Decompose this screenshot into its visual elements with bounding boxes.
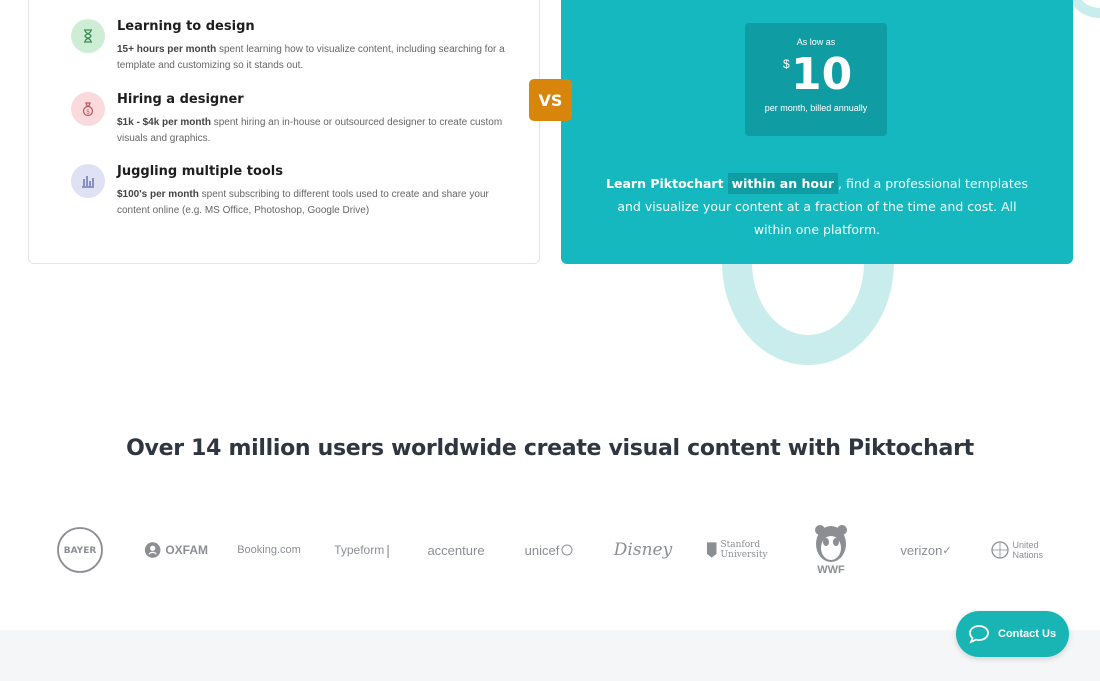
cost-item-description: $1k - $4k per month spent hiring an in-h… (117, 115, 507, 147)
price-prefix: As low as (796, 37, 836, 47)
logo-un-text: United Nations (1012, 540, 1044, 560)
logo-verizon-text: verizon (900, 542, 943, 558)
price-currency: $ (783, 57, 790, 71)
hourglass-icon (71, 19, 105, 53)
price-amount: 10 (791, 49, 853, 100)
logo-booking-text: Booking.com (237, 544, 301, 556)
cost-item-highlight: 15+ hours per month (117, 44, 217, 55)
cost-item-highlight: $1k - $4k per month (117, 117, 211, 128)
logo-stanford: Stanford University (706, 524, 770, 576)
price-suffix: per month, billed annually (764, 103, 868, 113)
logo-oxfam: OXFAM (144, 524, 208, 576)
money-bag-icon: $ (71, 92, 105, 126)
logo-accenture: accenture (424, 524, 488, 576)
logo-disney: Disney (612, 524, 674, 576)
logo-bayer: BAYER (56, 524, 104, 576)
cost-item-highlight: $100's per month (117, 189, 199, 200)
logo-oxfam-text: OXFAM (165, 543, 208, 557)
pitch-bold: Learn Piktochart (606, 176, 724, 191)
vs-badge: VS (529, 79, 572, 121)
contact-us-button[interactable]: Contact Us (956, 611, 1069, 657)
logo-wwf: WWF (808, 520, 854, 580)
logo-stanford-text: Stanford University (720, 540, 768, 560)
contact-us-label: Contact Us (998, 628, 1057, 640)
price-box: As low as $ 10 per month, billed annuall… (745, 23, 887, 136)
svg-text:$: $ (86, 109, 90, 116)
pricing-card: As low as $ 10 per month, billed annuall… (561, 0, 1073, 264)
price-row: $ 10 (745, 51, 887, 103)
logo-verizon: verizon ✓ (900, 542, 952, 558)
cost-comparison-card: Learning to design 15+ hours per month s… (28, 0, 540, 264)
cost-item-title: Juggling multiple tools (117, 164, 284, 179)
logo-accenture-text: accenture (427, 542, 485, 558)
decorative-ring-corner (1070, 0, 1100, 18)
cost-item-title: Learning to design (117, 19, 255, 34)
page: Learning to design 15+ hours per month s… (0, 0, 1100, 681)
footer-band (0, 630, 1100, 681)
logo-unicef-text: unicef (524, 542, 560, 558)
logo-booking: Booking.com (236, 524, 302, 576)
cost-item-title: Hiring a designer (117, 92, 244, 107)
logo-unicef: unicef (518, 524, 580, 576)
cost-item-description: $100's per month spent subscribing to di… (117, 187, 507, 219)
logo-wwf-text: WWF (817, 564, 845, 576)
logo-typeform: Typeform | (334, 542, 390, 558)
chat-bubble-icon (969, 625, 989, 644)
logo-disney-text: Disney (613, 540, 673, 560)
logo-united-nations: United Nations (988, 524, 1052, 576)
pricing-pitch: Learn Piktochart within an hour, find a … (601, 172, 1033, 241)
users-heading: Over 14 million users worldwide create v… (126, 436, 974, 461)
pitch-highlight: within an hour (727, 173, 839, 194)
logo-bayer-text: BAYER (64, 546, 97, 556)
cost-item-description: 15+ hours per month spent learning how t… (117, 42, 507, 74)
logo-typeform-text: Typeform (334, 543, 385, 557)
tools-chart-icon (71, 164, 105, 198)
